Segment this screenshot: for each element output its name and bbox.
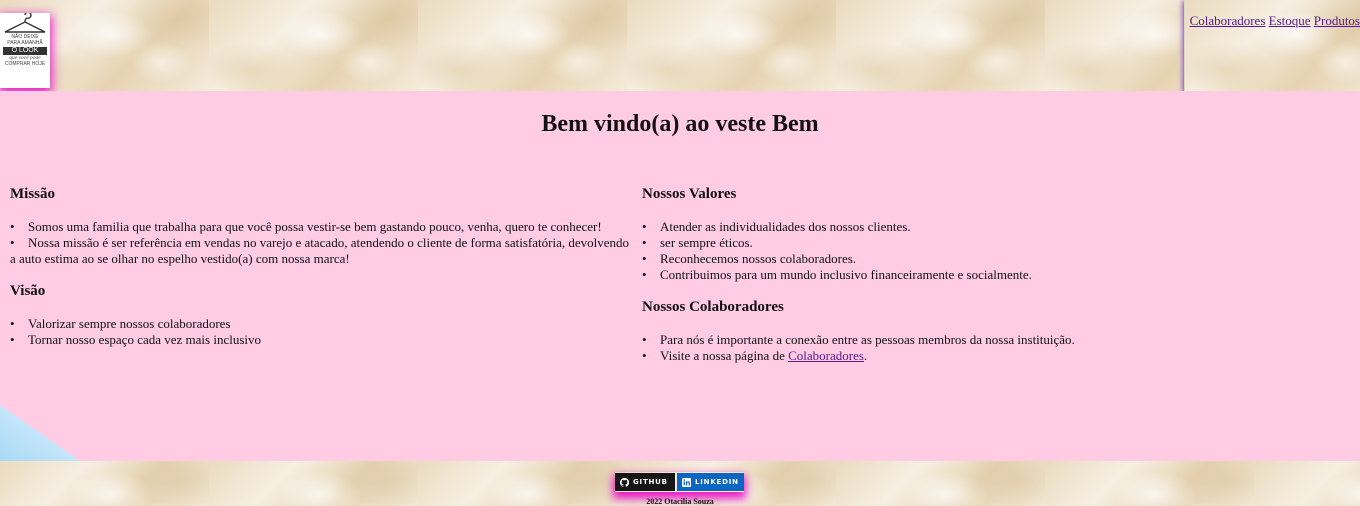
header: NÃO DEIXE PARA AMANHÃ O LOOK que você po… xyxy=(0,0,1360,91)
nav-bar: Colaboradores Estoque Produtos xyxy=(1184,0,1360,91)
colaboradores-heading: Nossos Colaboradores xyxy=(642,299,784,315)
github-label: GITHUB xyxy=(633,478,668,486)
linkedin-icon xyxy=(682,477,691,487)
list-item: Atender as individualidades dos nossos c… xyxy=(642,219,1342,235)
colaboradores-list: Para nós é importante a conexão entre as… xyxy=(642,332,1342,364)
store-logo[interactable]: NÃO DEIXE PARA AMANHÃ O LOOK que você po… xyxy=(0,13,50,88)
left-column: Missão Somos uma familia que trabalha pa… xyxy=(10,186,630,364)
list-item: Somos uma familia que trabalha para que … xyxy=(10,219,630,235)
page-title: Bem vindo(a) ao veste Bem xyxy=(541,111,819,137)
list-item: Para nós é importante a conexão entre as… xyxy=(642,332,1342,348)
logo-line-2: PARA AMANHÃ xyxy=(7,39,43,46)
list-item: Visite a nossa página de Colaboradores. xyxy=(642,348,1342,364)
visao-list: Valorizar sempre nossos colaboradores To… xyxy=(10,316,630,348)
nav-link-colaboradores[interactable]: Colaboradores xyxy=(1190,13,1266,28)
social-badges: GITHUB LINKEDIN xyxy=(615,472,744,492)
logo-line-5: COMPRAR HOJE xyxy=(4,60,46,67)
visao-heading: Visão xyxy=(10,283,46,299)
missao-heading: Missão xyxy=(10,186,55,202)
nav-link-estoque[interactable]: Estoque xyxy=(1269,13,1311,28)
right-column: Nossos Valores Atender as individualidad… xyxy=(642,186,1342,380)
list-item: ser sempre éticos. xyxy=(642,235,1342,251)
nav-link-produtos[interactable]: Produtos xyxy=(1314,13,1360,28)
visit-text: Visite a nossa página de xyxy=(660,348,789,363)
colaboradores-link[interactable]: Colaboradores xyxy=(788,348,864,363)
linkedin-badge[interactable]: LINKEDIN xyxy=(677,473,744,491)
github-icon xyxy=(620,477,629,487)
github-badge[interactable]: GITHUB xyxy=(615,473,675,491)
copyright: 2022 Otacilia Souza xyxy=(646,497,714,506)
footer: GITHUB LINKEDIN 2022 Otacilia Souza xyxy=(0,461,1360,506)
valores-list: Atender as individualidades dos nossos c… xyxy=(642,219,1342,283)
list-item: Reconhecemos nossos colaboradores. xyxy=(642,251,1342,267)
list-item: Nossa missão é ser referência em vendas … xyxy=(10,235,630,267)
linkedin-label: LINKEDIN xyxy=(695,478,739,486)
visit-period: . xyxy=(863,348,868,363)
logo-line-3: O LOOK xyxy=(3,47,47,55)
list-item: Valorizar sempre nossos colaboradores xyxy=(10,316,630,332)
missao-list: Somos uma familia que trabalha para que … xyxy=(10,219,630,267)
list-item: Contribuimos para um mundo inclusivo fin… xyxy=(642,267,1342,283)
nav-links: Colaboradores Estoque Produtos xyxy=(1190,13,1360,29)
list-item: Tornar nosso espaço cada vez mais inclus… xyxy=(10,332,630,348)
hanger-icon xyxy=(4,13,46,33)
valores-heading: Nossos Valores xyxy=(642,186,737,202)
main-content: Bem vindo(a) ao veste Bem Missão Somos u… xyxy=(0,91,1360,461)
